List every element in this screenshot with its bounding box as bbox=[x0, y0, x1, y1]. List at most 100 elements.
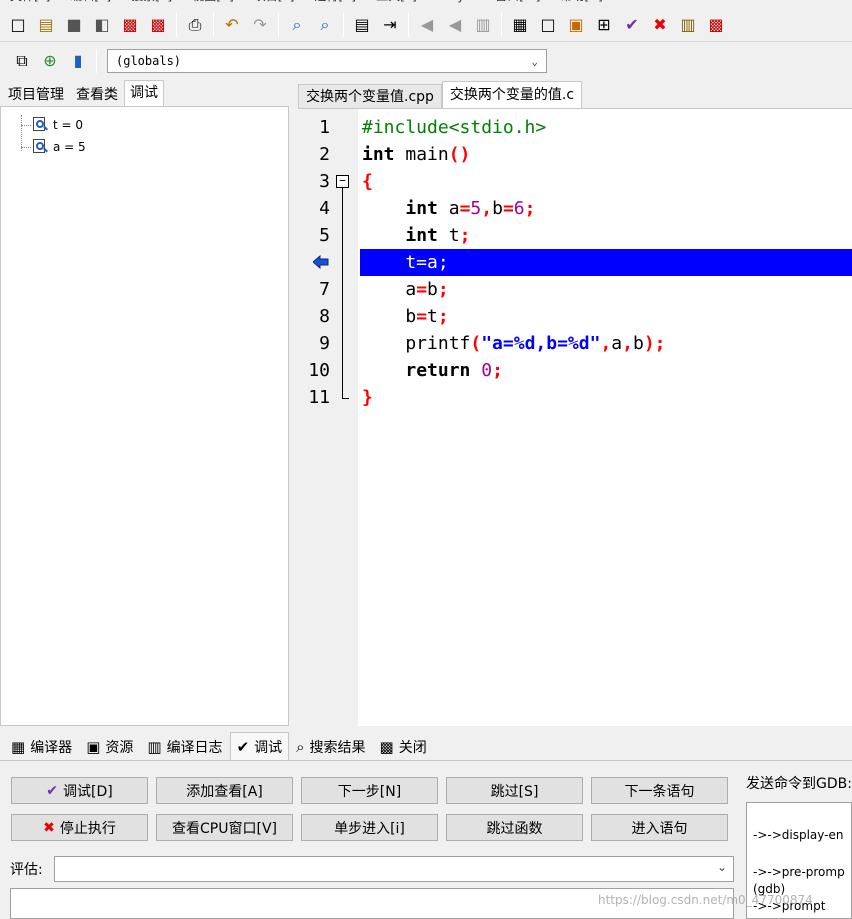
fold-toggle-icon[interactable]: − bbox=[336, 175, 349, 188]
bottom-tab[interactable]: ▦ 编译器 bbox=[4, 734, 79, 760]
code-token: t=a; bbox=[362, 252, 449, 273]
code-token: ; bbox=[437, 306, 449, 327]
code-token: = bbox=[416, 279, 428, 300]
comment-icon[interactable]: ▥ bbox=[470, 12, 496, 38]
code-line[interactable]: 9 printf("a=%d,b=%d",a,b); bbox=[298, 330, 852, 357]
replace-icon[interactable]: ⌕ bbox=[312, 12, 338, 38]
watch-item[interactable]: t = 0 bbox=[31, 116, 83, 134]
new-file-icon[interactable]: □ bbox=[5, 12, 31, 38]
debug-button[interactable]: 跳过函数 bbox=[446, 814, 583, 841]
save-icon[interactable]: ■ bbox=[61, 12, 87, 38]
debug-watch-panel: t = 0 a = 5 bbox=[0, 106, 289, 726]
code-line[interactable]: 11} bbox=[298, 384, 852, 411]
bottom-tab[interactable]: ▩ 关闭 bbox=[373, 734, 434, 760]
line-code: b=t; bbox=[362, 303, 449, 330]
code-line[interactable]: 7 a=b; bbox=[298, 276, 852, 303]
tab-class-browser[interactable]: 查看类 bbox=[70, 82, 124, 106]
code-line[interactable]: 10 return 0; bbox=[298, 357, 852, 384]
toolbar-separator bbox=[213, 12, 214, 37]
bookmark-toggle-icon[interactable]: ▮ bbox=[65, 48, 91, 74]
code-line[interactable]: 3{ bbox=[298, 168, 852, 195]
gdb-line: ->->pre-promp bbox=[753, 865, 845, 879]
debug-button[interactable]: 添加查看[A] bbox=[156, 777, 293, 804]
tab-file-c[interactable]: 交换两个变量的值.c bbox=[441, 81, 583, 108]
unindent-icon[interactable]: ⇥ bbox=[377, 12, 403, 38]
code-token: t bbox=[437, 225, 460, 246]
debug-button[interactable]: 查看CPU窗口[V] bbox=[156, 814, 293, 841]
bottom-tab[interactable]: ✔ 调试 bbox=[229, 732, 290, 760]
watch-item[interactable]: a = 5 bbox=[31, 138, 86, 156]
find-icon[interactable]: ⌕ bbox=[284, 12, 310, 38]
debug-button-label: 添加查看[A] bbox=[186, 783, 263, 800]
color-icon[interactable]: ▣ bbox=[563, 12, 589, 38]
open-file-icon[interactable]: ▤ bbox=[33, 12, 59, 38]
indent-icon[interactable]: ▤ bbox=[349, 12, 375, 38]
debug-button[interactable]: 单步进入[i] bbox=[301, 814, 438, 841]
debug-button[interactable]: 下一步[N] bbox=[301, 777, 438, 804]
stop-icon: ✖ bbox=[43, 819, 55, 836]
profile-icon[interactable]: ▩ bbox=[703, 12, 729, 38]
debug-button[interactable]: 进入语句 bbox=[591, 814, 728, 841]
tab-project-manager[interactable]: 项目管理 bbox=[2, 82, 70, 106]
globals-dropdown[interactable]: (globals) ⌄ bbox=[107, 49, 547, 73]
undo-icon[interactable]: ↶ bbox=[219, 12, 245, 38]
bottom-tab[interactable]: ▥ 编译日志 bbox=[140, 734, 229, 760]
debug-button[interactable]: 下一条语句 bbox=[591, 777, 728, 804]
check-icon: ✔ bbox=[236, 737, 250, 756]
close-all-icon[interactable]: ▩ bbox=[145, 12, 171, 38]
print-icon[interactable]: ⎙ bbox=[182, 12, 208, 38]
code-editor[interactable]: 1 #include<stdio.h> 2 int main() 3{4 int a=5… bbox=[298, 108, 852, 727]
code-line[interactable]: 1 #include<stdio.h> bbox=[298, 114, 852, 141]
line-code: int t; bbox=[362, 222, 470, 249]
code-line[interactable]: 8 b=t; bbox=[298, 303, 852, 330]
bookmark-icon[interactable]: ◀ bbox=[414, 12, 440, 38]
watch-label: a = 5 bbox=[53, 140, 86, 154]
bookmark-next-icon[interactable]: ◀ bbox=[442, 12, 468, 38]
code-token: #include<stdio.h> bbox=[362, 117, 547, 138]
line-number: 3 bbox=[319, 171, 330, 192]
tab-file-cpp[interactable]: 交换两个变量值.cpp bbox=[298, 84, 442, 108]
code-line[interactable]: 5 int t; bbox=[298, 222, 852, 249]
new-window-icon[interactable]: □ bbox=[535, 12, 561, 38]
grid-icon[interactable]: ⊞ bbox=[591, 12, 617, 38]
redo-icon[interactable]: ↷ bbox=[247, 12, 273, 38]
tab-debug[interactable]: 调试 bbox=[124, 80, 164, 106]
line-code: #include<stdio.h> bbox=[362, 114, 546, 141]
insert-icon[interactable]: ⧉ bbox=[9, 48, 35, 74]
debug-button[interactable]: ✖ 停止执行 bbox=[11, 814, 148, 841]
line-code: } bbox=[362, 384, 373, 411]
bottom-tab-label: 搜索结果 bbox=[309, 740, 366, 756]
eval-label: 评估: bbox=[10, 862, 43, 878]
goto-icon[interactable]: ⊕ bbox=[37, 48, 63, 74]
watermark: https://blog.csdn.net/m0_47700874 bbox=[598, 893, 813, 907]
cross-icon[interactable]: ✖ bbox=[647, 12, 673, 38]
debug-button-label: 停止执行 bbox=[59, 820, 116, 837]
code-line[interactable]: 4 int a=5,b=6; bbox=[298, 195, 852, 222]
chevron-down-icon[interactable]: ⌄ bbox=[717, 860, 727, 874]
check-icon[interactable]: ✔ bbox=[619, 12, 645, 38]
line-number: 5 bbox=[319, 225, 330, 246]
watch-label: t = 0 bbox=[53, 118, 84, 132]
code-token: printf bbox=[362, 333, 471, 354]
code-line[interactable]: 2 int main() bbox=[298, 141, 852, 168]
code-token: a bbox=[362, 279, 417, 300]
code-line[interactable]: 6 t=a; bbox=[298, 249, 852, 276]
menubar: 文件[F]编辑[E]搜索[S]视图[V]项目[P]运行[R]工具[T]AStyl… bbox=[0, 0, 852, 8]
debug-button[interactable]: 跳过[S] bbox=[446, 777, 583, 804]
save-all-icon[interactable]: ◧ bbox=[89, 12, 115, 38]
project-icon[interactable]: ▦ bbox=[507, 12, 533, 38]
line-code: return 0; bbox=[362, 357, 503, 384]
bottom-tab[interactable]: ▣ 资源 bbox=[79, 734, 140, 760]
bottom-tab-label: 调试 bbox=[254, 739, 283, 756]
close-icon[interactable]: ▩ bbox=[117, 12, 143, 38]
debug-button[interactable]: ✔ 调试[D] bbox=[11, 777, 148, 804]
code-token: return bbox=[405, 360, 471, 381]
chart-icon[interactable]: ▥ bbox=[675, 12, 701, 38]
code-token: { bbox=[362, 171, 373, 192]
bottom-tab[interactable]: ⌕ 搜索结果 bbox=[289, 734, 372, 760]
eval-input[interactable]: ⌄ bbox=[54, 856, 734, 882]
bottom-tab-label: 资源 bbox=[105, 740, 134, 756]
line-number: 2 bbox=[319, 144, 330, 165]
bottom-tab-label: 编译日志 bbox=[166, 740, 223, 756]
